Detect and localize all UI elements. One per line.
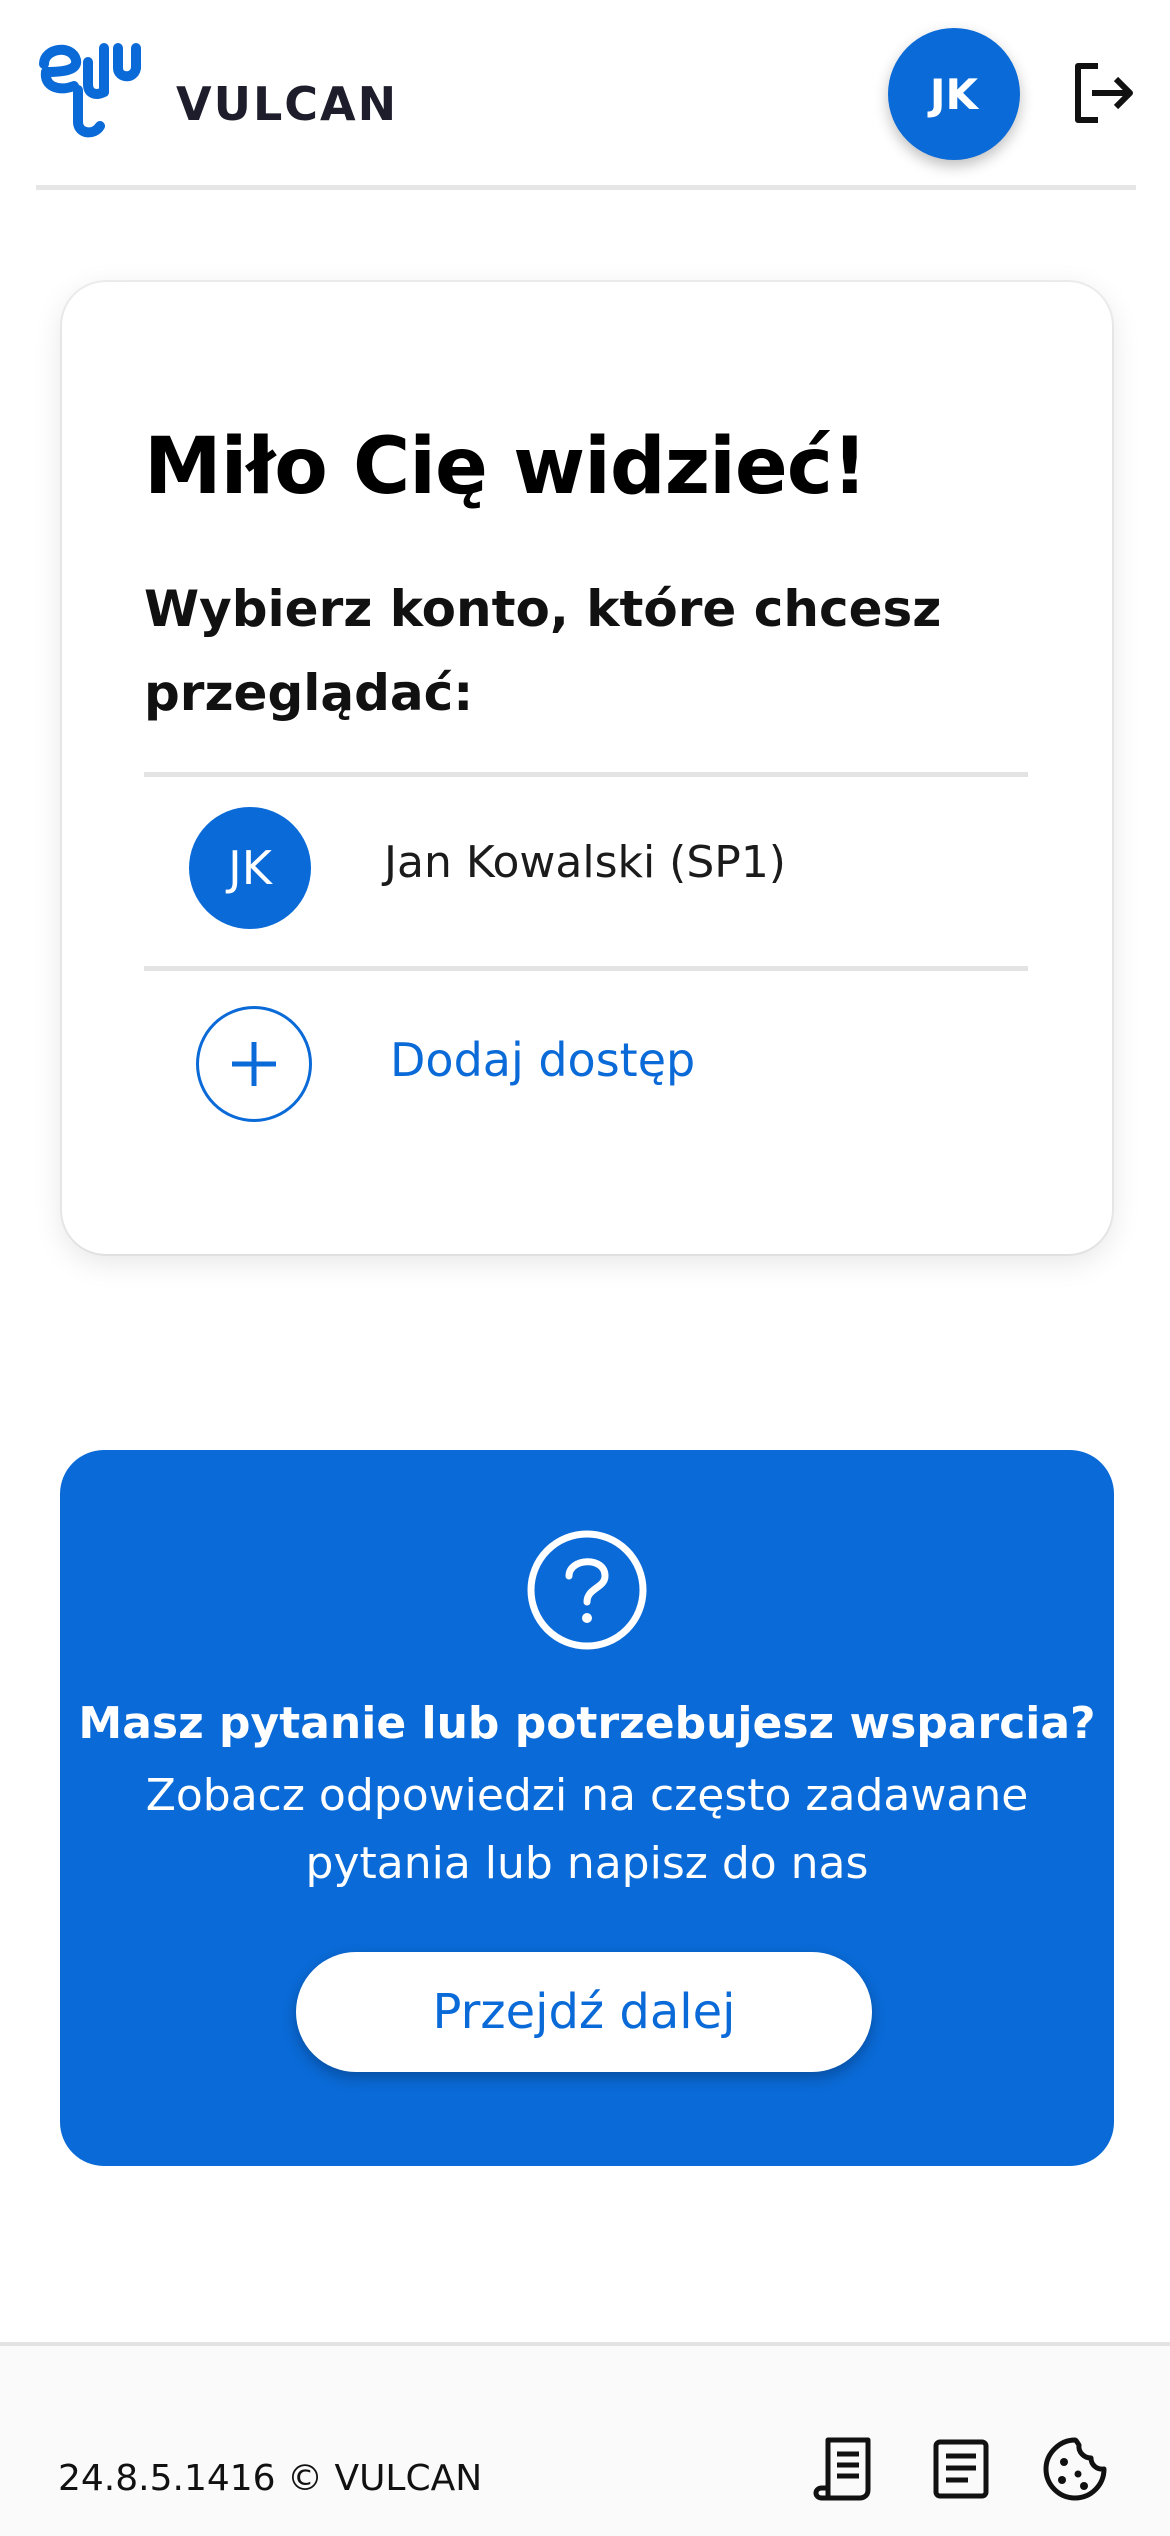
account-name: Jan Kowalski (SP1)	[384, 837, 786, 888]
plus-icon	[196, 1006, 312, 1122]
account-avatar: JK	[189, 807, 311, 929]
cookie-icon	[1043, 2437, 1107, 2501]
version-text: 24.8.5.1416 © VULCAN	[58, 2458, 483, 2499]
welcome-subtitle: Wybierz konto, które chcesz przeglądać:	[144, 580, 942, 722]
cookie-settings-button[interactable]	[1040, 2434, 1110, 2504]
logout-button[interactable]	[1068, 58, 1138, 128]
add-access-button[interactable]: Dodaj dostęp	[144, 971, 1028, 1191]
footer: 24.8.5.1416 © VULCAN	[0, 2342, 1170, 2536]
welcome-title: Miło Cię widzieć!	[144, 422, 868, 512]
support-description: Zobacz odpowiedzi na często zadawane pyt…	[145, 1770, 1029, 1889]
support-banner: Masz pytanie lub potrzebujesz wsparcia? …	[60, 1450, 1114, 2166]
account-selection-card: Miło Cię widzieć! Wybierz konto, które c…	[62, 282, 1112, 1254]
app-header: VULCAN JK	[0, 0, 1170, 190]
logo-text: VULCAN	[176, 77, 399, 131]
help-icon	[527, 1530, 647, 1650]
go-further-label: Przejdź dalej	[432, 1984, 736, 2040]
support-question: Masz pytanie lub potrzebujesz wsparcia?	[78, 1698, 1096, 1749]
edu-vulcan-logo[interactable]: VULCAN	[38, 42, 396, 152]
scroll-icon	[813, 2437, 871, 2501]
header-divider	[36, 185, 1136, 190]
logout-icon	[1075, 63, 1133, 123]
account-initials: JK	[228, 841, 272, 895]
add-access-label: Dodaj dostęp	[390, 1033, 696, 1087]
go-further-button[interactable]: Przejdź dalej	[296, 1952, 872, 2072]
user-avatar-button[interactable]: JK	[888, 28, 1020, 160]
avatar-initials: JK	[929, 69, 979, 119]
edu-logo-mark	[39, 43, 141, 138]
privacy-button[interactable]	[926, 2434, 996, 2504]
terms-button[interactable]	[810, 2434, 880, 2504]
account-item[interactable]: JK Jan Kowalski (SP1)	[144, 777, 1028, 966]
document-icon	[933, 2439, 989, 2499]
